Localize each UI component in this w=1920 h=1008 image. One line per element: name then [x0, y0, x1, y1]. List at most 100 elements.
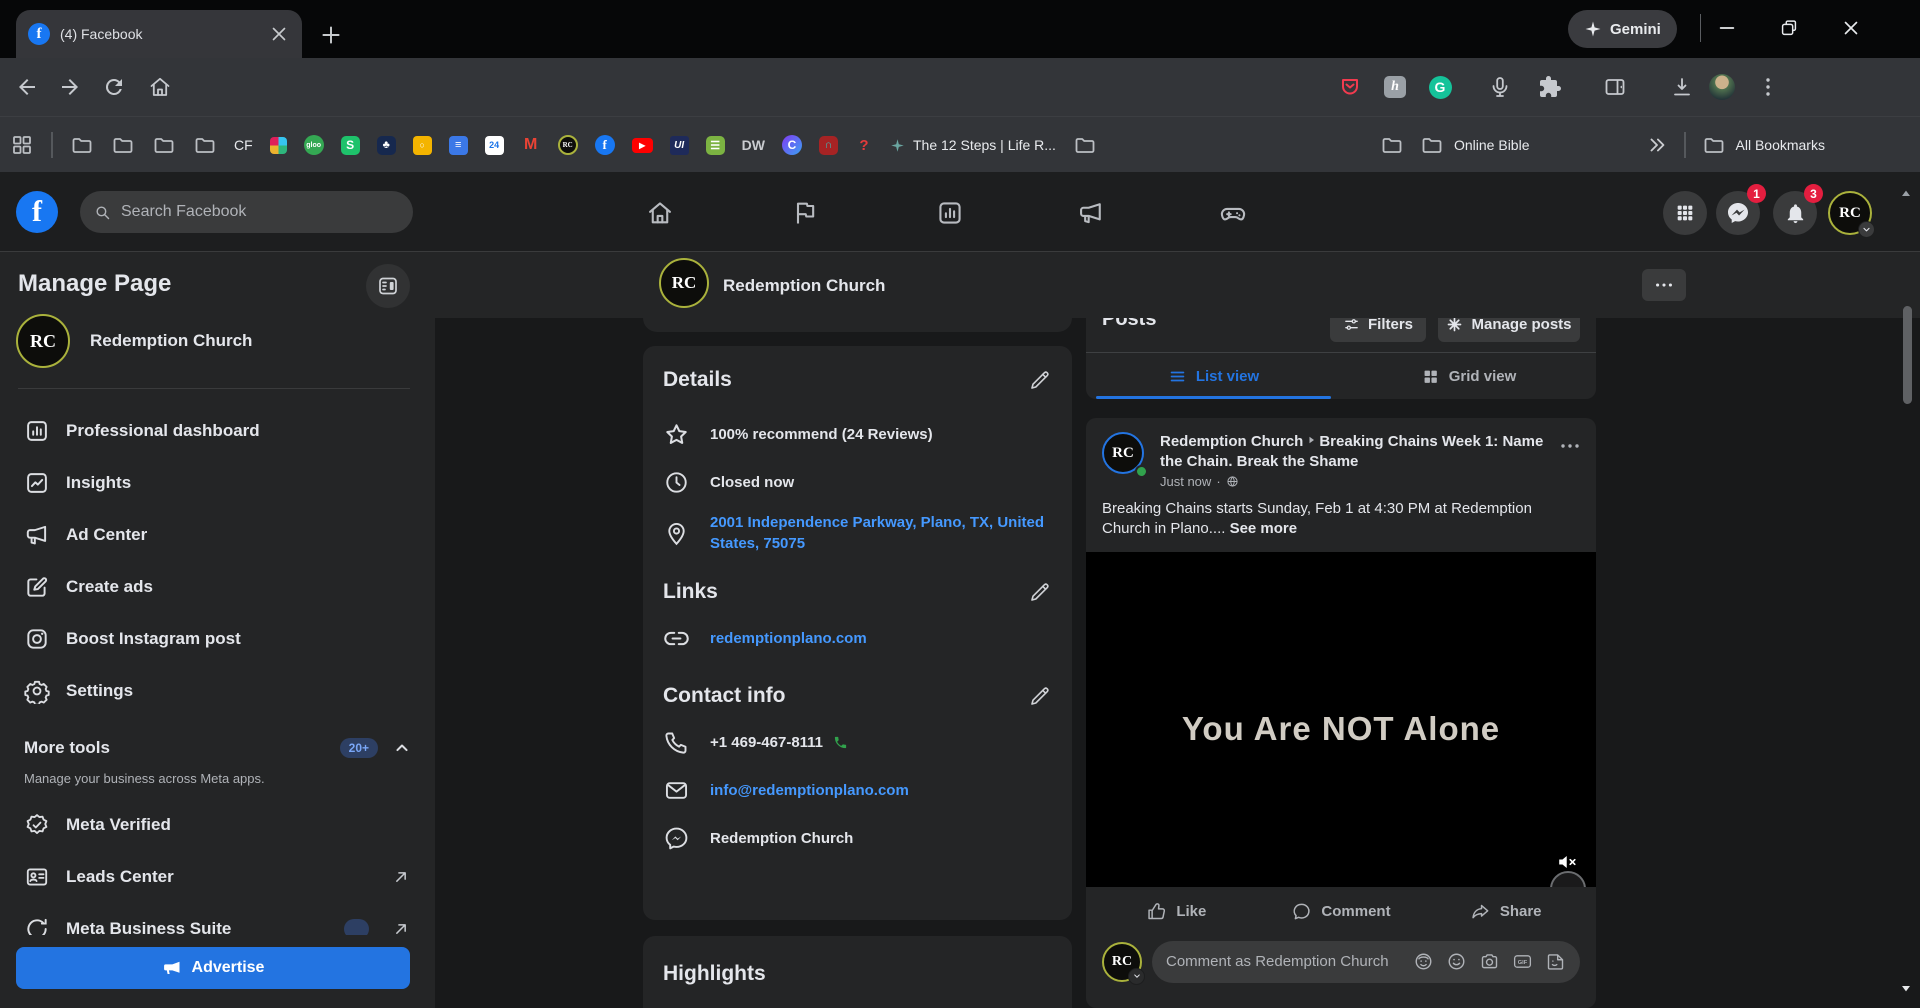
- like-button[interactable]: Like: [1094, 893, 1259, 931]
- list-bookmark-icon[interactable]: ☰: [706, 136, 725, 155]
- rc-bookmark-icon[interactable]: RC: [558, 135, 578, 155]
- canva-bookmark-icon[interactable]: C: [782, 135, 802, 155]
- slack-bookmark-icon[interactable]: [270, 137, 287, 154]
- gemini-button[interactable]: Gemini: [1568, 10, 1677, 48]
- menu-grid-button[interactable]: [1663, 191, 1707, 235]
- pocket-extension-icon[interactable]: [1337, 74, 1363, 100]
- comment-button[interactable]: Comment: [1259, 893, 1424, 931]
- bookmark-folder-icon[interactable]: [111, 133, 135, 157]
- sidebar-item-ad-center[interactable]: Ad Center: [0, 509, 435, 561]
- bookmark-folder-icon[interactable]: [193, 133, 217, 157]
- nav-pages-flag-icon[interactable]: [791, 199, 819, 227]
- sidebar-item-meta-verified[interactable]: Meta Verified: [0, 799, 435, 851]
- sidebar-item-boost-instagram[interactable]: Boost Instagram post: [0, 613, 435, 665]
- ui-bookmark-icon[interactable]: UI: [670, 136, 689, 155]
- camera-icon[interactable]: [1479, 951, 1500, 972]
- docs-bookmark-icon[interactable]: ≡: [449, 136, 468, 155]
- calendar-bookmark-icon[interactable]: 24: [485, 136, 504, 155]
- post-author-avatar[interactable]: RC: [1102, 432, 1148, 478]
- post-video[interactable]: You Are NOT Alone: [1086, 552, 1596, 887]
- share-button[interactable]: Share: [1423, 893, 1588, 931]
- page-more-button[interactable]: [1642, 269, 1686, 301]
- apps-grid-icon[interactable]: [10, 133, 34, 157]
- website-row[interactable]: redemptionplano.com: [663, 614, 1052, 662]
- edit-links-icon[interactable]: [1028, 580, 1052, 604]
- window-minimize-button[interactable]: [1704, 8, 1750, 48]
- tab-grid-view[interactable]: Grid view: [1341, 353, 1596, 399]
- facebook-logo[interactable]: f: [16, 191, 58, 233]
- collapse-sidebar-button[interactable]: [366, 264, 410, 308]
- online-bible-bookmark[interactable]: Online Bible: [1420, 133, 1530, 157]
- extensions-puzzle-icon[interactable]: [1538, 75, 1562, 99]
- comment-input[interactable]: [1166, 953, 1401, 970]
- window-restore-button[interactable]: [1766, 8, 1812, 48]
- sidebar-item-settings[interactable]: Settings: [0, 665, 435, 717]
- scrollbar-thumb[interactable]: [1903, 306, 1912, 404]
- tab-list-view[interactable]: List view: [1086, 353, 1341, 399]
- avatar-sticker-icon[interactable]: [1413, 951, 1434, 972]
- all-bookmarks[interactable]: All Bookmarks: [1702, 133, 1825, 157]
- gif-icon[interactable]: [1512, 951, 1533, 972]
- audiobook-bookmark-icon[interactable]: ∩: [819, 136, 838, 155]
- downloads-icon[interactable]: [1670, 75, 1694, 99]
- tree-bookmark-icon[interactable]: ♣: [377, 136, 396, 155]
- comment-avatar[interactable]: RC: [1102, 942, 1142, 982]
- youtube-bookmark-icon[interactable]: ▶: [632, 138, 653, 153]
- browser-menu-icon[interactable]: [1756, 75, 1780, 99]
- browser-profile-avatar[interactable]: [1709, 74, 1735, 100]
- sticker-icon[interactable]: [1545, 951, 1566, 972]
- scrollbar-down-arrow[interactable]: [1898, 980, 1914, 996]
- side-panel-icon[interactable]: [1603, 75, 1627, 99]
- grammarly-extension-icon[interactable]: G: [1427, 74, 1453, 100]
- bookmark-folder-icon[interactable]: [1073, 133, 1097, 157]
- nav-home-icon[interactable]: [646, 199, 674, 227]
- bookmark-folder-icon[interactable]: [70, 133, 94, 157]
- nav-insights-chart-icon[interactable]: [936, 199, 964, 227]
- home-icon[interactable]: [148, 75, 172, 99]
- subsplash-bookmark-icon[interactable]: S: [341, 136, 360, 155]
- scrollbar-up-arrow[interactable]: [1898, 186, 1914, 202]
- dw-bookmark-icon[interactable]: DW: [742, 137, 765, 153]
- sidebar-item-meta-business-suite[interactable]: Meta Business Suite: [0, 903, 435, 935]
- edit-details-icon[interactable]: [1028, 368, 1052, 392]
- keep-bookmark-icon[interactable]: ○: [413, 136, 432, 155]
- facebook-search-input[interactable]: Search Facebook: [80, 191, 413, 233]
- active-tab[interactable]: f (4) Facebook: [16, 10, 302, 58]
- facebook-bookmark-icon[interactable]: f: [595, 135, 615, 155]
- new-tab-button[interactable]: [318, 22, 344, 48]
- forward-icon[interactable]: [58, 75, 82, 99]
- sidebar-item-professional-dashboard[interactable]: Professional dashboard: [0, 405, 435, 457]
- honey-extension-icon[interactable]: h: [1382, 74, 1408, 100]
- edit-contact-icon[interactable]: [1028, 684, 1052, 708]
- post-title[interactable]: Redemption ChurchBreaking Chains Week 1:…: [1160, 432, 1580, 471]
- gloo-bookmark-icon[interactable]: gloo: [304, 135, 324, 155]
- see-more-link[interactable]: See more: [1230, 520, 1298, 537]
- back-icon[interactable]: [15, 75, 39, 99]
- emoji-icon[interactable]: [1446, 951, 1467, 972]
- bookmark-folder-icon[interactable]: [152, 133, 176, 157]
- bookmark-cf-label[interactable]: CF: [234, 137, 253, 153]
- reload-icon[interactable]: [102, 75, 126, 99]
- email-row[interactable]: info@redemptionplano.com: [663, 766, 1052, 814]
- mic-icon[interactable]: [1488, 75, 1512, 99]
- question-bookmark-icon[interactable]: ?: [855, 136, 873, 154]
- sidebar-page-row[interactable]: RC Redemption Church: [16, 314, 252, 368]
- sidebar-item-insights[interactable]: Insights: [0, 457, 435, 509]
- tab-close-icon[interactable]: [268, 23, 290, 45]
- nav-ads-megaphone-icon[interactable]: [1077, 199, 1105, 227]
- bookmarks-overflow-chevron-icon[interactable]: [1646, 134, 1668, 156]
- address-row[interactable]: 2001 Independence Parkway, Plano, TX, Un…: [663, 506, 1052, 560]
- profile-avatar-button[interactable]: RC: [1828, 191, 1872, 235]
- post-menu-icon[interactable]: [1558, 434, 1582, 458]
- phone-row[interactable]: +1 469-467-8111: [663, 718, 1052, 766]
- nav-gaming-icon[interactable]: [1219, 199, 1247, 227]
- mute-icon[interactable]: [1556, 851, 1578, 873]
- bookmark-folder-icon[interactable]: [1380, 133, 1404, 157]
- sidebar-item-leads-center[interactable]: Leads Center: [0, 851, 435, 903]
- sidebar-item-create-ads[interactable]: Create ads: [0, 561, 435, 613]
- gmail-bookmark-icon[interactable]: M: [521, 135, 541, 155]
- window-close-button[interactable]: [1828, 8, 1874, 48]
- page-header-avatar[interactable]: RC: [659, 258, 709, 308]
- messenger-row[interactable]: Redemption Church: [663, 814, 1052, 862]
- comment-input-pill[interactable]: [1152, 941, 1580, 983]
